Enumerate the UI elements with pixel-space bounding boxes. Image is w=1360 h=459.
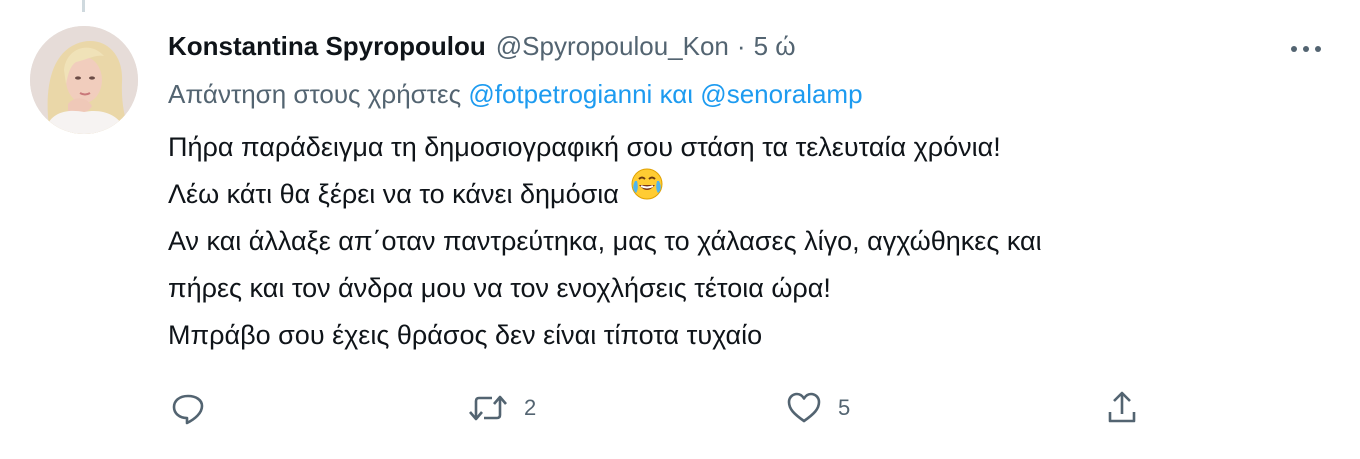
mention-link[interactable]: @fotpetrogianni [468,79,652,109]
tweet-text-line: Πήρα παράδειγμα τη δημοσιογραφική σου στ… [168,132,1001,162]
like-button[interactable]: 5 [784,386,850,430]
share-button[interactable] [1102,386,1142,430]
tweet[interactable]: Konstantina Spyropoulou @Spyropoulou_Kon… [0,0,1360,459]
tweet-actions: 2 5 [168,386,1168,430]
more-options-button[interactable] [1286,34,1326,64]
tweet-content: Konstantina Spyropoulou @Spyropoulou_Kon… [168,26,1318,359]
tweet-text: Πήρα παράδειγμα τη δημοσιογραφική σου στ… [168,124,1318,359]
author-name[interactable]: Konstantina Spyropoulou [168,26,486,66]
tweet-text-line: Μπράβο σου έχεις θράσος δεν είναι τίποτα… [168,320,763,350]
face-with-tears-of-joy-icon [630,167,664,216]
retweet-button[interactable]: 2 [466,386,536,430]
tweet-header: Konstantina Spyropoulou @Spyropoulou_Kon… [168,26,1318,66]
tweet-text-line: Αν και άλλαξε απ΄οταν παντρεύτηκα, μας τ… [168,226,1042,256]
reply-icon [168,388,208,428]
header-separator: · [736,31,746,61]
retweet-count: 2 [524,395,537,420]
mention-link[interactable]: @senoralamp [700,79,862,109]
avatar[interactable] [30,26,138,134]
tweet-text-line: Λέω κάτι θα ξέρει να το κάνει δημόσια [168,179,619,209]
retweet-icon [466,388,510,428]
tweet-text-line-with-emoji: Λέω κάτι θα ξέρει να το κάνει δημόσια [168,168,1318,218]
more-dots-icon [1291,46,1321,52]
replying-to-label: Απάντηση στους χρήστες [168,79,462,109]
heart-icon [784,388,824,428]
like-count: 5 [838,395,851,420]
author-handle[interactable]: @Spyropoulou_Kon [496,26,729,66]
reply-button[interactable] [168,386,222,430]
tweet-timestamp[interactable]: 5 ώ [754,26,796,66]
mention-conjunction[interactable]: και [660,79,694,109]
tweet-text-line: πήρες και τον άνδρα μου να τον ενοχλήσει… [168,273,831,303]
replying-to: Απάντηση στους χρήστες @fotpetrogianni κ… [168,74,1318,114]
share-icon [1102,388,1142,428]
